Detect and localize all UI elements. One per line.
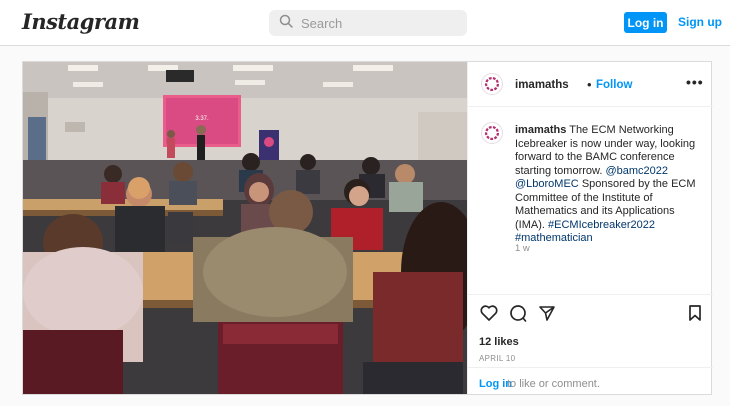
follow-button[interactable]: Follow <box>596 79 632 91</box>
comment-prompt: to like or comment. <box>507 378 600 390</box>
hashtag-link[interactable]: #ECMIcebreaker2022 <box>548 219 655 231</box>
instagram-logo[interactable]: Instagram <box>22 9 140 34</box>
mention-link[interactable]: @LboroMEC <box>515 178 579 190</box>
signup-link[interactable]: Sign up <box>678 15 722 29</box>
mention-link[interactable]: @bamc2022 <box>605 165 668 177</box>
top-bar: Instagram Log in Sign up <box>0 0 730 46</box>
heart-icon[interactable] <box>479 303 499 323</box>
post-photo[interactable]: 3.37. <box>23 62 467 394</box>
comment-icon[interactable] <box>508 303 528 323</box>
bookmark-icon[interactable] <box>685 303 705 323</box>
post-card: 3.37. imamaths • Follow ••• imamaths The… <box>22 61 713 395</box>
search-box[interactable] <box>269 10 467 36</box>
caption-username[interactable]: imamaths <box>515 124 566 136</box>
post-sidebar: imamaths • Follow ••• imamaths The ECM N… <box>467 62 713 394</box>
likes-count[interactable]: 12 likes <box>479 336 519 348</box>
separator-dot: • <box>587 77 592 92</box>
search-icon <box>279 14 293 33</box>
share-icon[interactable] <box>537 303 557 323</box>
projector-text: 3.37. <box>195 116 209 122</box>
post-date: APRIL 10 <box>479 354 516 363</box>
post-caption: imamaths The ECM Networking Icebreaker i… <box>515 124 707 246</box>
search-input[interactable] <box>301 15 451 31</box>
post-username[interactable]: imamaths <box>515 79 569 91</box>
caption-avatar[interactable] <box>481 122 503 144</box>
post-time-ago: 1 w <box>515 243 530 254</box>
action-bar: 12 likes APRIL 10 <box>468 294 713 364</box>
post-header: imamaths • Follow ••• <box>468 62 713 107</box>
comment-bar: Log in to like or comment. <box>468 367 713 394</box>
avatar[interactable] <box>481 73 503 95</box>
more-icon[interactable]: ••• <box>686 74 704 90</box>
login-button[interactable]: Log in <box>624 12 667 33</box>
